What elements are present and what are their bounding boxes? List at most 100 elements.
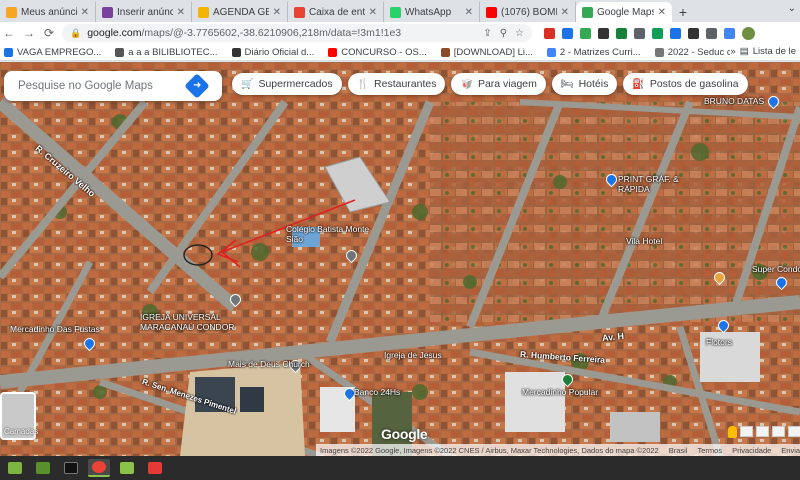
extension-icon[interactable] — [544, 27, 555, 39]
category-chip[interactable]: 🛏 Hotéis — [551, 73, 618, 95]
start-menu-button[interactable] — [4, 459, 26, 477]
bookmark-item[interactable]: a a a BILIBLIOTEC... — [115, 47, 218, 58]
close-icon[interactable]: ✕ — [561, 7, 569, 18]
extension-icon[interactable] — [688, 27, 699, 39]
browser-tab[interactable]: Google Maps ✕ — [576, 2, 672, 22]
directions-button[interactable]: ➜ — [184, 73, 210, 99]
place-label[interactable]: Mercadinho Popular — [522, 387, 598, 397]
browser-tab[interactable]: Meus anúncios | ✕ — [0, 2, 96, 22]
reading-list[interactable]: ▤ Lista de le — [740, 46, 796, 57]
extension-icon[interactable] — [670, 27, 681, 39]
extensions-row — [544, 26, 755, 40]
close-icon[interactable]: ✕ — [81, 7, 89, 18]
place-label[interactable]: Banco 24Hs — [354, 387, 400, 397]
back-icon[interactable]: ← — [2, 26, 16, 40]
place-label[interactable]: BRUNO DATAS — [704, 96, 764, 106]
attribution-item[interactable]: Termos — [698, 446, 723, 455]
forward-icon[interactable]: → — [22, 26, 36, 40]
reload-icon[interactable]: ⟳ — [42, 26, 56, 40]
attribution-item[interactable]: Privacidade — [732, 446, 771, 455]
category-chip[interactable]: 🥡 Para viagem — [451, 73, 546, 95]
browser-tab[interactable]: AGENDA GERAL ✕ — [192, 2, 288, 22]
extension-icon[interactable] — [616, 27, 627, 39]
close-icon[interactable]: ✕ — [465, 7, 473, 18]
place-label[interactable]: Flotors — [706, 337, 732, 347]
bookmarks-more[interactable]: » — [730, 46, 735, 57]
layer-thumb[interactable] — [756, 426, 769, 437]
image-viewer-button[interactable] — [144, 459, 166, 477]
share-icon[interactable]: ⇪ — [483, 28, 491, 39]
bookmark-item[interactable]: CONCURSO - OS... — [328, 47, 427, 58]
browser-tab[interactable]: WhatsApp ✕ — [384, 2, 480, 22]
layer-thumb[interactable] — [772, 426, 785, 437]
pegman-icon[interactable] — [728, 426, 737, 438]
folder-icon — [6, 6, 17, 18]
slides-icon — [198, 6, 209, 18]
maps-search-box[interactable]: ➜ — [4, 71, 222, 101]
satellite-map[interactable]: R. Cruzeiro Velho Av. H R. Humberto Ferr… — [0, 62, 800, 456]
place-label[interactable]: Super Condor — [752, 264, 800, 274]
bookmark-favicon-icon — [546, 47, 556, 57]
takeout-icon: 🥡 — [460, 78, 473, 90]
show-desktop-button[interactable] — [32, 459, 54, 477]
extension-icon[interactable] — [562, 27, 573, 39]
category-chip[interactable]: ⛽ Postos de gasolina — [623, 73, 748, 95]
site-icon — [102, 6, 113, 18]
extension-icon[interactable] — [580, 27, 591, 39]
lock-icon[interactable]: 🔒 — [70, 28, 81, 39]
extension-icon[interactable] — [598, 27, 609, 39]
profile-avatar[interactable] — [742, 26, 755, 40]
layer-thumb[interactable] — [788, 426, 800, 437]
zoom-icon[interactable]: ⚲ — [500, 28, 507, 39]
place-label[interactable]: PRINT GRÁF. & RÁPIDA — [618, 174, 698, 194]
tab-title: AGENDA GERAL — [213, 6, 269, 18]
tab-title: WhatsApp — [405, 6, 452, 18]
chrome-taskbar-button[interactable] — [88, 459, 110, 477]
close-icon[interactable]: ✕ — [273, 7, 281, 18]
search-input[interactable] — [18, 80, 188, 92]
tab-search-button[interactable]: ⌄ — [788, 3, 796, 14]
place-label[interactable]: Colégio Batista Monte Sião — [286, 224, 376, 244]
terminal-button[interactable] — [60, 459, 82, 477]
new-tab-button[interactable]: + — [672, 2, 694, 22]
place-label[interactable]: Igreja de Jesus — [384, 350, 442, 360]
bookmark-item[interactable]: 2 - Matrizes Curri... — [546, 47, 641, 58]
files-button[interactable] — [116, 459, 138, 477]
category-chip[interactable]: 🍴 Restaurantes — [347, 73, 446, 95]
layers-button[interactable]: Camadas — [0, 392, 38, 440]
address-url[interactable]: google.com/maps/@-3.7765602,-38.6210906,… — [87, 27, 477, 39]
bookmark-favicon-icon — [328, 47, 338, 57]
close-icon[interactable]: ✕ — [177, 7, 185, 18]
chip-label: Postos de gasolina — [649, 78, 739, 90]
browser-tab[interactable]: (1076) BOMB ✕ — [480, 2, 576, 22]
attribution-item[interactable]: Brasil — [669, 446, 688, 455]
chip-label: Para viagem — [477, 78, 537, 90]
bookmark-item[interactable]: [DOWNLOAD] Li... — [440, 47, 533, 58]
place-label[interactable]: Mais de Deus Church — [228, 359, 310, 369]
maps-icon — [582, 6, 593, 18]
category-chip[interactable]: 🛒 Supermercados — [232, 73, 342, 95]
browser-tab[interactable]: Caixa de entrad ✕ — [288, 2, 384, 22]
bookmark-star-icon[interactable]: ☆ — [515, 28, 524, 39]
address-bar[interactable]: 🔒 google.com/maps/@-3.7765602,-38.621090… — [62, 24, 532, 42]
attribution-item[interactable]: Enviar feedback — [781, 446, 800, 455]
close-icon[interactable]: ✕ — [658, 7, 666, 18]
browser-tab[interactable]: Inserir anúncio ✕ — [96, 2, 192, 22]
reading-list-icon: ▤ — [739, 46, 749, 57]
puzzle-icon[interactable] — [706, 27, 717, 39]
gmail-icon — [294, 6, 305, 18]
place-label[interactable]: Vila Hotel — [626, 236, 662, 246]
place-label[interactable]: Mercadinho Das Fustas — [10, 324, 100, 334]
map-attribution: Imagens ©2022 Google, Imagens ©2022 CNES… — [316, 444, 800, 456]
extension-icon[interactable] — [724, 27, 735, 39]
extension-icon[interactable] — [652, 27, 663, 39]
bookmark-favicon-icon — [231, 47, 241, 57]
close-icon[interactable]: ✕ — [369, 7, 377, 18]
extension-icon[interactable] — [634, 27, 645, 39]
place-label[interactable]: IGREJA UNIVERSAL MARACANAÚ CONDOR — [140, 312, 260, 332]
layer-thumb[interactable] — [740, 426, 753, 437]
bookmark-item[interactable]: VAGA EMPREGO... — [4, 47, 101, 58]
bookmark-item[interactable]: Diário Oficial d... — [231, 47, 314, 58]
bookmark-favicon-icon — [4, 47, 13, 57]
bookmark-favicon-icon — [440, 47, 450, 57]
